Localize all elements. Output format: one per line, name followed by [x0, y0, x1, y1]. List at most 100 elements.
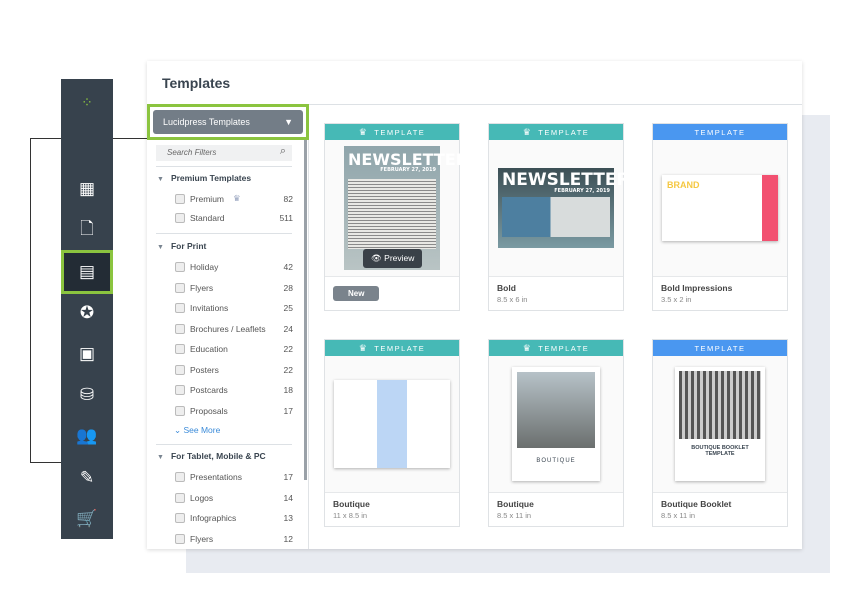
filter-count: 13: [283, 513, 293, 523]
checkbox[interactable]: [175, 385, 185, 395]
checkbox[interactable]: [175, 344, 185, 354]
users-icon[interactable]: 👥: [61, 416, 113, 456]
template-card[interactable]: ♛ TEMPLATE BOUTIQUE Boutique 8.5 x 11 in: [488, 339, 624, 527]
checkbox[interactable]: [175, 472, 185, 482]
checkbox[interactable]: [175, 323, 185, 334]
scrollbar[interactable]: [304, 140, 307, 480]
checkbox[interactable]: [175, 364, 185, 375]
checkbox[interactable]: [175, 282, 185, 293]
template-card[interactable]: ♛ TEMPLATE NEWSLETTER FEBRUARY 27, 2019 Bold…: [488, 123, 630, 311]
thumbnail: BOUTIQUE BOOKLET TEMPLATE: [675, 367, 765, 481]
template-band: ♛ TEMPLATE: [489, 340, 623, 356]
new-badge: New: [333, 286, 380, 301]
template-name: Boutique Booklet: [661, 499, 732, 509]
template-size: 8.5 x 11 in: [497, 511, 532, 520]
filter-label: Flyers: [190, 282, 214, 293]
section-premium[interactable]: ▼ Premium Templates: [157, 173, 251, 183]
filter-label: Postcards: [190, 385, 228, 395]
dropdown-value: Lucidpress Templates: [163, 117, 250, 127]
filter-count: 14: [283, 492, 293, 503]
star-icon[interactable]: ✪: [61, 293, 113, 333]
filter-label: Invitations: [190, 303, 229, 313]
template-name: Boutique: [333, 499, 370, 509]
thumbnail: [334, 380, 450, 468]
filter-count: 17: [283, 472, 293, 482]
template-source-dropdown[interactable]: Lucidpress Templates ▼: [153, 110, 303, 134]
filter-label: Education: [190, 344, 228, 354]
templates-icon[interactable]: ▤: [61, 250, 113, 294]
filter-label: Posters: [190, 364, 219, 375]
preview-button[interactable]: 👁 Preview: [363, 249, 423, 268]
checkbox[interactable]: [175, 492, 185, 503]
filter-count: 12: [283, 533, 293, 544]
thumbnail: NEWSLETTER FEBRUARY 27, 2019: [498, 168, 630, 248]
filter-count: 25: [283, 303, 293, 313]
filter-label: Proposals: [190, 405, 228, 416]
templates-panel: Templates Lucidpress Templates ▼ Search F…: [147, 61, 802, 549]
checkbox[interactable]: [175, 405, 185, 416]
filter-checkbox-item[interactable]: Infographics 13: [175, 513, 293, 523]
filters-panel: Search Filters ⌕ ▼ Premium Templates Premi…: [147, 140, 309, 549]
filter-standard[interactable]: Standard 511: [175, 213, 293, 223]
search-filters-input[interactable]: Search Filters ⌕: [156, 145, 292, 161]
search-icon[interactable]: ⌕: [280, 145, 286, 158]
page-title: Templates: [162, 75, 231, 91]
filter-label: Brochures / Leaflets: [190, 323, 266, 334]
checkbox[interactable]: [175, 303, 185, 313]
checkbox[interactable]: [175, 262, 185, 272]
filter-checkbox-item[interactable]: Logos 14: [175, 492, 293, 503]
template-name: Bold: [497, 283, 516, 293]
template-card[interactable]: TEMPLATE BOUTIQUE BOOKLET TEMPLATE Boutiqu…: [652, 339, 788, 527]
filter-count: 18: [283, 385, 293, 395]
filter-label: Presentations: [190, 472, 242, 482]
filter-checkbox-item[interactable]: Flyers 28: [175, 282, 293, 293]
section-for-print[interactable]: ▼ For Print: [157, 241, 206, 251]
crown-icon: ♛: [522, 342, 533, 353]
filter-checkbox-item[interactable]: Postcards 18: [175, 385, 293, 395]
logo-icon[interactable]: ⁘: [61, 82, 113, 122]
thumbnail: BOUTIQUE: [512, 367, 600, 481]
image-icon[interactable]: ▣: [61, 334, 113, 374]
crown-icon: ♛: [233, 193, 241, 203]
filter-checkbox-item[interactable]: Invitations 25: [175, 303, 293, 313]
filter-label: Holiday: [190, 262, 219, 272]
filter-count: 28: [283, 282, 293, 293]
template-card[interactable]: TEMPLATE BRAND Bold Impressions 3.5 x 2 in: [652, 123, 788, 311]
filter-label: Logos: [190, 492, 214, 503]
filter-checkbox-item[interactable]: Brochures / Leaflets 24: [175, 323, 293, 334]
thumbnail: BRAND: [662, 175, 778, 241]
document-icon[interactable]: 🗋: [61, 210, 113, 250]
see-more-link[interactable]: ⌄ See More: [174, 425, 220, 436]
filter-checkbox-item[interactable]: Proposals 17: [175, 405, 293, 416]
template-band: TEMPLATE: [653, 124, 787, 140]
sidebar: ⁘ ▦ 🗋 ▤ ✪ ▣ ⛁ 👥 ✎ 🛒: [61, 79, 113, 539]
filter-checkbox-item[interactable]: Posters 22: [175, 364, 293, 375]
checkbox[interactable]: [175, 513, 185, 523]
callout-line: [30, 138, 31, 463]
user-edit-icon[interactable]: ✎: [61, 458, 113, 498]
filter-checkbox-item[interactable]: Education 22: [175, 344, 293, 354]
filter-premium[interactable]: Premium ♛ 82: [175, 193, 293, 204]
filter-label: Infographics: [190, 513, 237, 523]
crown-icon: ♛: [358, 126, 369, 137]
template-band: ♛ TEMPLATE: [489, 124, 623, 140]
filter-label: Flyers: [190, 533, 214, 544]
filter-checkbox-item[interactable]: Presentations 17: [175, 472, 293, 482]
template-card[interactable]: ♛ TEMPLATE Boutique 11 x 8.5 in: [324, 339, 460, 527]
template-size: 3.5 x 2 in: [661, 295, 692, 304]
crown-icon: ♛: [358, 342, 369, 353]
filter-checkbox-item[interactable]: Flyers 12: [175, 533, 293, 544]
callout-line: [30, 462, 61, 463]
filter-checkbox-item[interactable]: Holiday 42: [175, 262, 293, 272]
template-size: 8.5 x 11 in: [661, 511, 696, 520]
filter-count: 22: [283, 344, 293, 354]
filter-count: 42: [283, 262, 293, 272]
template-band: ♛ TEMPLATE: [325, 340, 459, 356]
cart-icon[interactable]: 🛒: [61, 499, 113, 539]
database-icon[interactable]: ⛁: [61, 375, 113, 415]
filter-count: 17: [283, 405, 293, 416]
checkbox[interactable]: [175, 533, 185, 544]
section-for-tablet[interactable]: ▼ For Tablet, Mobile & PC: [157, 451, 266, 461]
dashboard-icon[interactable]: ▦: [61, 169, 113, 209]
template-card[interactable]: ♛ TEMPLATE NEWSLETTER FEBRUARY 27, 2019 👁 Pr…: [324, 123, 468, 311]
